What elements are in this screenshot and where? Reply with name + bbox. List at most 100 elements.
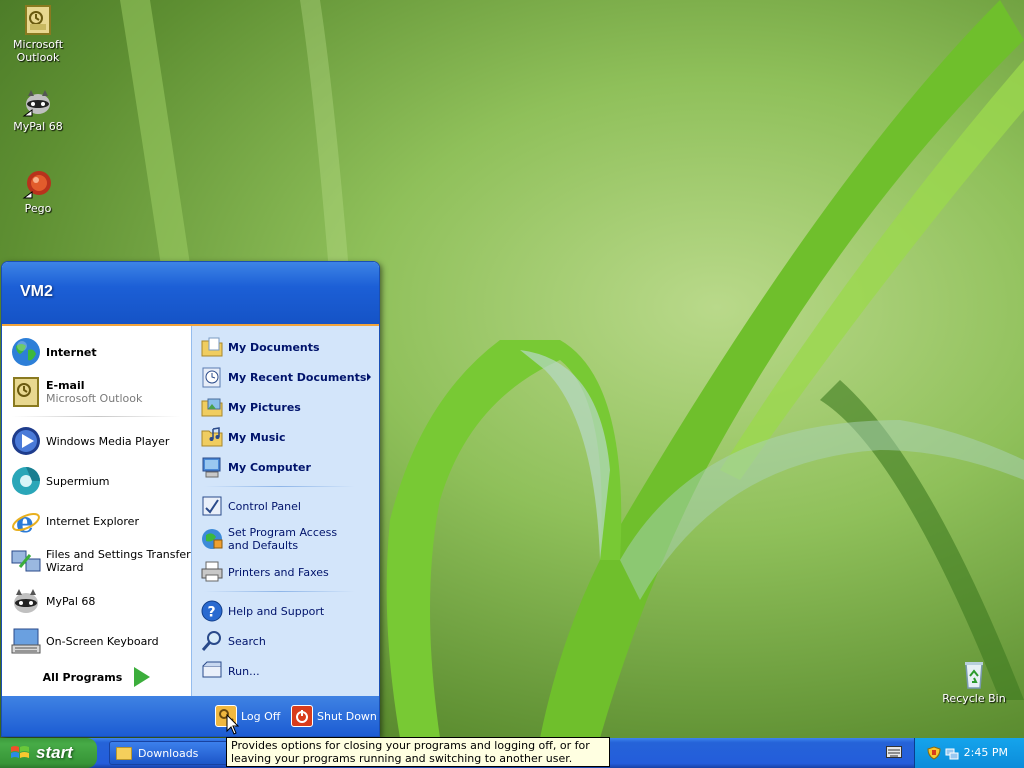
recent-item-label: On-Screen Keyboard bbox=[46, 634, 159, 648]
separator bbox=[12, 416, 181, 417]
help-label: Help and Support bbox=[228, 604, 325, 618]
recent-item-label: Files and Settings Transfer Wizard bbox=[46, 548, 191, 574]
printer-icon bbox=[200, 560, 224, 584]
help-label: Run... bbox=[228, 664, 260, 678]
start-label: start bbox=[36, 743, 73, 762]
language-bar-keyboard-icon[interactable] bbox=[886, 746, 902, 758]
system-label: Control Panel bbox=[228, 499, 301, 513]
place-my-pictures[interactable]: My Pictures bbox=[192, 392, 379, 422]
recent-item-label: MyPal 68 bbox=[46, 594, 96, 608]
start-button[interactable]: start bbox=[0, 738, 97, 768]
pinned-item-label: E-mail bbox=[46, 379, 85, 392]
pinned-item-email[interactable]: E-mail Microsoft Outlook bbox=[2, 372, 191, 412]
recent-item-label: Windows Media Player bbox=[46, 434, 170, 448]
help-icon: ? bbox=[200, 599, 224, 623]
start-menu-footer: Log Off Shut Down bbox=[2, 696, 379, 736]
shut-down-button[interactable]: Shut Down bbox=[291, 704, 377, 728]
recent-item-transfer-wizard[interactable]: Files and Settings Transfer Wizard bbox=[2, 541, 191, 581]
place-my-documents[interactable]: My Documents bbox=[192, 332, 379, 362]
place-label: My Recent Documents bbox=[228, 370, 367, 384]
place-label: My Music bbox=[228, 430, 286, 444]
search-icon bbox=[200, 629, 224, 653]
desktop-icon-pego[interactable]: Pego bbox=[0, 168, 76, 215]
folder-music-icon bbox=[200, 425, 224, 449]
system-program-access[interactable]: Set Program Access and Defaults bbox=[192, 521, 379, 557]
system-label: Printers and Faxes bbox=[228, 565, 329, 579]
program-access-icon bbox=[200, 527, 224, 551]
desktop-icon-label: MyPal 68 bbox=[13, 120, 63, 133]
recent-item-mypal[interactable]: MyPal 68 bbox=[2, 581, 191, 621]
globe-icon bbox=[10, 336, 42, 368]
clock[interactable]: 2:45 PM bbox=[964, 746, 1008, 759]
help-label: Search bbox=[228, 634, 266, 648]
place-my-recent-documents[interactable]: My Recent Documents bbox=[192, 362, 379, 392]
transfer-wizard-icon bbox=[10, 545, 42, 577]
place-my-computer[interactable]: My Computer bbox=[192, 452, 379, 482]
keyboard-icon bbox=[10, 625, 42, 657]
desktop-icon-label: Pego bbox=[24, 202, 52, 215]
recent-item-label: Internet Explorer bbox=[46, 514, 139, 528]
place-label: My Computer bbox=[228, 460, 311, 474]
media-player-icon bbox=[10, 425, 42, 457]
submenu-arrow-icon bbox=[367, 373, 371, 381]
control-panel-icon bbox=[200, 494, 224, 518]
raccoon-icon bbox=[10, 585, 42, 617]
system-printers-faxes[interactable]: Printers and Faxes bbox=[192, 557, 379, 587]
recent-item-internet-explorer[interactable]: e Internet Explorer bbox=[2, 501, 191, 541]
system-label: Set Program Access and Defaults bbox=[228, 526, 338, 552]
supermium-icon bbox=[10, 465, 42, 497]
svg-text:?: ? bbox=[208, 605, 216, 621]
start-menu: VM2 Internet E-mail Microsoft Outlook Wi… bbox=[1, 261, 380, 737]
outlook-icon bbox=[10, 376, 42, 408]
power-icon bbox=[291, 705, 313, 727]
system-control-panel[interactable]: Control Panel bbox=[192, 491, 379, 521]
pinned-item-sublabel: Microsoft Outlook bbox=[46, 392, 143, 405]
search[interactable]: Search bbox=[192, 626, 379, 656]
folder-icon bbox=[116, 746, 132, 760]
recent-item-supermium[interactable]: Supermium bbox=[2, 461, 191, 501]
recycle-bin-icon bbox=[958, 658, 990, 690]
pego-icon bbox=[22, 168, 54, 200]
outlook-icon bbox=[22, 4, 54, 36]
help-and-support[interactable]: ? Help and Support bbox=[192, 596, 379, 626]
separator bbox=[204, 486, 355, 487]
folder-documents-icon bbox=[200, 335, 224, 359]
start-menu-places-panel: My Documents My Recent Documents My Pict… bbox=[191, 326, 379, 696]
recent-item-label: Supermium bbox=[46, 474, 110, 488]
tooltip-text: Provides options for closing your progra… bbox=[231, 739, 590, 765]
recent-item-windows-media-player[interactable]: Windows Media Player bbox=[2, 421, 191, 461]
shut-down-label: Shut Down bbox=[317, 709, 377, 723]
svg-text:e: e bbox=[16, 506, 34, 537]
desktop-icon-recycle-bin[interactable]: Recycle Bin bbox=[936, 658, 1012, 705]
recent-item-on-screen-keyboard[interactable]: On-Screen Keyboard bbox=[2, 621, 191, 661]
raccoon-icon bbox=[22, 86, 54, 118]
start-menu-header: VM2 bbox=[2, 262, 379, 326]
place-my-music[interactable]: My Music bbox=[192, 422, 379, 452]
all-programs-label: All Programs bbox=[42, 670, 123, 684]
run-icon bbox=[200, 659, 224, 683]
log-off-button[interactable]: Log Off bbox=[215, 704, 280, 728]
desktop-icon-mypal[interactable]: MyPal 68 bbox=[0, 86, 76, 133]
pinned-item-internet[interactable]: Internet bbox=[2, 332, 191, 372]
security-shield-icon[interactable] bbox=[927, 746, 941, 760]
computer-icon bbox=[200, 455, 224, 479]
desktop-icon-label: Microsoft Outlook bbox=[12, 38, 64, 64]
recent-documents-icon bbox=[200, 365, 224, 389]
network-icon[interactable] bbox=[945, 746, 959, 760]
windows-flag-icon bbox=[10, 744, 30, 762]
all-programs-button[interactable]: All Programs bbox=[2, 658, 191, 696]
pinned-item-label: Internet bbox=[46, 345, 97, 359]
user-name: VM2 bbox=[20, 283, 53, 300]
log-off-label: Log Off bbox=[241, 709, 281, 723]
log-off-tooltip: Provides options for closing your progra… bbox=[226, 737, 610, 767]
desktop-icon-outlook[interactable]: Microsoft Outlook bbox=[0, 4, 76, 64]
ie-icon: e bbox=[10, 505, 42, 539]
green-arrow-icon bbox=[134, 667, 151, 687]
taskbar-button-label: Downloads bbox=[138, 746, 199, 760]
system-tray: 2:45 PM bbox=[914, 738, 1024, 768]
mouse-cursor-icon bbox=[226, 714, 240, 735]
place-label: My Documents bbox=[228, 340, 320, 354]
desktop-icon-label: Recycle Bin bbox=[942, 692, 1006, 705]
place-label: My Pictures bbox=[228, 400, 301, 414]
run[interactable]: Run... bbox=[192, 656, 379, 686]
